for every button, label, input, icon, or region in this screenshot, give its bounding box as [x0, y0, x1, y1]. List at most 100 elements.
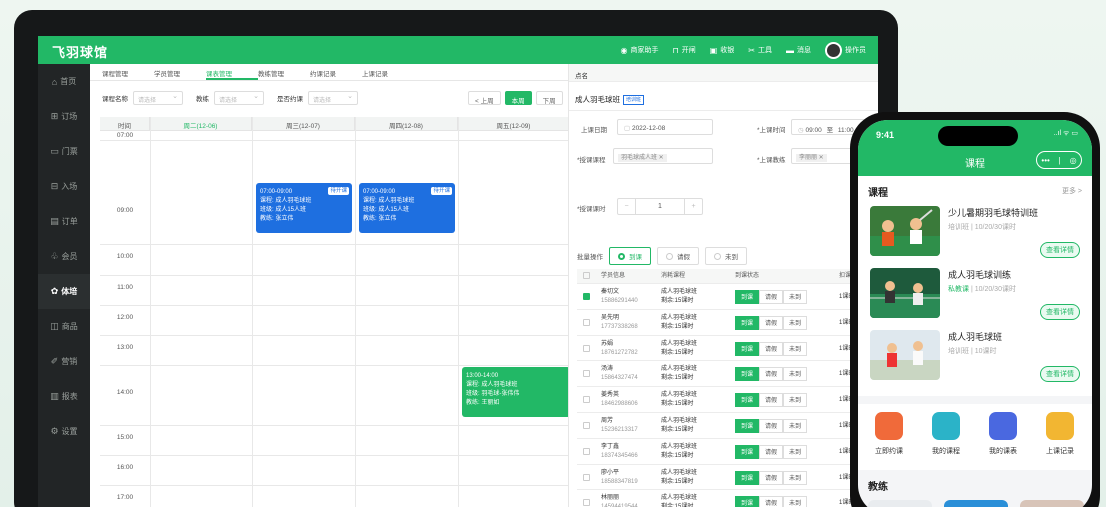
leave-button[interactable]: 请假	[759, 470, 784, 485]
row-checkbox[interactable]	[583, 447, 590, 455]
time-label: 11:00	[117, 284, 133, 291]
row-checkbox[interactable]	[583, 370, 590, 378]
absent-button[interactable]: 未到	[783, 496, 808, 507]
merchant-assistant-button[interactable]: ◉ 商家助手	[621, 45, 659, 55]
sidebar-item-products[interactable]: ◫ 商品	[38, 309, 90, 344]
schedule-event[interactable]: 13:00-14:00 课程: 成人羽毛球班 班级: 羽毛球-张伟伟 教练: 王…	[462, 367, 568, 417]
select-all-checkbox[interactable]	[583, 272, 590, 279]
coach-card[interactable]	[944, 500, 1008, 507]
course-select[interactable]: 请选择	[133, 91, 183, 105]
course-item[interactable]: 少儿暑期羽毛球特训班 培训班 | 10/20/30课时 查看详情	[870, 206, 1082, 260]
present-button[interactable]: 到课	[735, 367, 760, 382]
sidebar-item-booking[interactable]: ⊞ 订场	[38, 99, 90, 134]
sidebar-item-marketing[interactable]: ✐ 营销	[38, 344, 90, 379]
schedule-event[interactable]: 07:00-09:00 待开课 课程: 成人羽毛球班 班级: 成人15人班 教练…	[359, 183, 455, 233]
cashier-button[interactable]: ▣ 收银	[710, 45, 735, 55]
coach-card[interactable]	[1020, 500, 1084, 507]
present-button[interactable]: 到课	[735, 470, 760, 485]
prev-week-button[interactable]: < 上周	[468, 91, 501, 105]
row-checkbox[interactable]	[583, 344, 590, 352]
present-button[interactable]: 到课	[735, 419, 760, 433]
bulk-absent-radio[interactable]: 未到	[705, 247, 747, 265]
view-details-button[interactable]: 查看详情	[1040, 304, 1080, 320]
close-circle-icon[interactable]: ◎	[1070, 156, 1077, 165]
sidebar-item-settings[interactable]: ⚙ 设置	[38, 414, 90, 449]
present-button[interactable]: 到课	[735, 393, 760, 408]
course-item[interactable]: 成人羽毛球训练 私教课 | 10/20/30课时 查看详情	[870, 268, 1082, 322]
absent-button[interactable]: 未到	[783, 444, 808, 459]
present-button[interactable]: 到课	[735, 341, 760, 356]
tab-coaches[interactable]: 教练管理	[258, 64, 310, 80]
course-select[interactable]: 羽毛球成人班 ✕	[613, 148, 713, 164]
course-item[interactable]: 成人羽毛球班 培训班 | 10课时 查看详情	[870, 330, 1082, 384]
sidebar-item-orders[interactable]: ▤ 订单	[38, 204, 90, 239]
leave-button[interactable]: 请假	[759, 444, 784, 459]
leave-button[interactable]: 请假	[759, 496, 784, 507]
absent-button[interactable]: 未到	[783, 470, 808, 485]
tools-button[interactable]: ✂ 工具	[748, 45, 772, 55]
tab-schedule[interactable]: 课表管理	[206, 64, 258, 80]
row-checkbox[interactable]	[583, 422, 590, 429]
open-gate-button[interactable]: ⊓ 开闸	[672, 45, 695, 55]
absent-button[interactable]: 未到	[783, 315, 808, 330]
present-button[interactable]: 到课	[735, 444, 760, 459]
view-details-button[interactable]: 查看详情	[1040, 242, 1080, 258]
schedule-event[interactable]: 07:00-09:00 待开课 课程: 成人羽毛球班 班级: 成人15人班 教练…	[256, 183, 352, 233]
sidebar-item-training[interactable]: ✿ 体培	[38, 274, 90, 309]
present-button[interactable]: 到课	[735, 496, 760, 507]
more-dots-icon[interactable]: •••	[1041, 156, 1049, 165]
this-week-button[interactable]: 本周	[504, 91, 532, 105]
quick-my-schedule[interactable]: 我的课表	[975, 412, 1031, 456]
quick-class-records[interactable]: 上课记录	[1032, 412, 1088, 456]
quick-book-class[interactable]: 立即约课	[861, 412, 917, 456]
tab-courses[interactable]: 课程管理	[102, 64, 154, 80]
sidebar-item-members[interactable]: ♧ 会员	[38, 239, 90, 274]
tab-students[interactable]: 学员管理	[154, 64, 206, 80]
present-button[interactable]: 到课	[735, 315, 760, 330]
absent-button[interactable]: 未到	[783, 419, 808, 433]
more-link[interactable]: 更多 >	[1062, 186, 1082, 196]
hours-stepper[interactable]: − 1 +	[617, 198, 703, 215]
bulk-present-radio[interactable]: 到课	[609, 247, 651, 265]
sidebar-item-tickets[interactable]: ▭ 门票	[38, 134, 90, 169]
row-checkbox[interactable]	[583, 499, 590, 507]
absent-button[interactable]: 未到	[783, 341, 808, 356]
tab-bookings[interactable]: 约课记录	[310, 64, 362, 80]
booking-select[interactable]: 请选择	[308, 91, 358, 105]
booking-icon: ⊞	[50, 111, 59, 121]
present-button[interactable]: 到课	[735, 290, 760, 304]
mini-program-capsule[interactable]: ••• | ◎	[1036, 151, 1082, 169]
quick-my-courses[interactable]: 我的课程	[918, 412, 974, 456]
coach-chip[interactable]: 李丽丽 ✕	[796, 154, 827, 162]
sidebar-item-entry[interactable]: ⊟ 入场	[38, 169, 90, 204]
messages-button[interactable]: ▬ 消息	[786, 45, 811, 55]
coach-card[interactable]	[868, 500, 932, 507]
leave-button[interactable]: 请假	[759, 290, 784, 304]
user-menu[interactable]: 操作员	[825, 41, 866, 59]
member-icon: ♧	[50, 251, 59, 261]
view-details-button[interactable]: 查看详情	[1040, 366, 1080, 382]
row-checkbox[interactable]	[583, 473, 590, 481]
leave-button[interactable]: 请假	[759, 341, 784, 356]
row-checkbox[interactable]	[583, 293, 590, 300]
leave-button[interactable]: 请假	[759, 393, 784, 408]
absent-button[interactable]: 未到	[783, 290, 808, 304]
row-checkbox[interactable]	[583, 396, 590, 404]
leave-button[interactable]: 请假	[759, 419, 784, 433]
tab-attendance[interactable]: 上课记录	[362, 64, 414, 80]
coach-select[interactable]: 请选择	[214, 91, 264, 105]
row-checkbox[interactable]	[583, 318, 590, 326]
student-name: 秦切文	[601, 289, 620, 295]
leave-button[interactable]: 请假	[759, 367, 784, 382]
date-field[interactable]: ▢ 2022-12-08	[617, 119, 713, 135]
absent-button[interactable]: 未到	[783, 367, 808, 382]
absent-button[interactable]: 未到	[783, 393, 808, 408]
bulk-leave-radio[interactable]: 请假	[657, 247, 699, 265]
course-chip[interactable]: 羽毛球成人班 ✕	[618, 154, 667, 162]
plus-icon[interactable]: +	[684, 199, 702, 214]
minus-icon[interactable]: −	[618, 199, 636, 214]
sidebar-item-home[interactable]: ⌂ 首页	[38, 64, 90, 99]
sidebar-item-reports[interactable]: ▥ 报表	[38, 379, 90, 414]
next-week-button[interactable]: 下周	[535, 91, 563, 105]
leave-button[interactable]: 请假	[759, 315, 784, 330]
